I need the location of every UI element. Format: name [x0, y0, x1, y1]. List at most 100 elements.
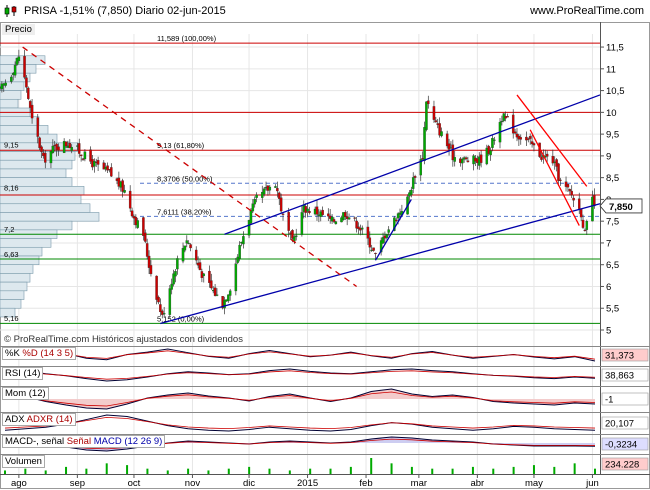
y-tick-label: 10 [606, 108, 617, 119]
volume-profile-bar [0, 212, 100, 222]
indicator-name: Mom (12) [5, 388, 46, 399]
volume-bar [309, 468, 312, 474]
candle-body [144, 232, 147, 242]
candle-body [149, 265, 153, 275]
volume-bar [24, 468, 27, 474]
indicator-name: %K [5, 348, 20, 359]
volume-bar [451, 468, 454, 474]
candle-body [25, 77, 28, 88]
candle-body [491, 137, 494, 148]
candle-body [581, 219, 585, 228]
candle-body [79, 154, 83, 157]
candle-body [411, 177, 415, 189]
indicator-area [5, 389, 595, 409]
candle-body [287, 211, 290, 231]
candle-body [493, 139, 496, 141]
candle-body [479, 154, 483, 163]
volume-bar [187, 468, 190, 474]
candle-body [432, 106, 436, 120]
x-tick-label: mar [411, 478, 427, 489]
chart-header: PRISA -1,51% (7,850) Diario 02-jun-2015 … [0, 0, 650, 22]
candle-body [17, 56, 21, 62]
volume-bar [65, 466, 68, 474]
candle-body [36, 117, 39, 137]
candle-body [434, 120, 438, 123]
candle-body [334, 221, 338, 225]
candle-body [77, 143, 81, 154]
volume-bar [349, 466, 352, 474]
volume-profile-bar [0, 159, 73, 170]
candle-body [238, 244, 241, 259]
indicator-param: MACD (12 26 9) [91, 436, 163, 447]
candle-body [23, 55, 26, 78]
candle-body [30, 104, 34, 119]
indicator-value-label: -0,3234 [605, 440, 637, 451]
candle-body [372, 247, 375, 251]
candle-body [174, 271, 177, 277]
volume-profile-bar [0, 203, 91, 213]
candle-body [570, 190, 573, 196]
y-tick-label: 11 [606, 64, 616, 75]
candle-body [183, 245, 187, 251]
chart-title: PRISA -1,51% (7,850) Diario 02-jun-2015 [24, 5, 226, 17]
candle-body [251, 203, 255, 212]
x-tick-label: sep [70, 478, 85, 489]
indicator-label-macd: MACD-, señal Señal MACD (12 26 9) [2, 435, 166, 448]
candle-body [281, 213, 285, 215]
candle-body [249, 210, 253, 224]
candle-body [44, 153, 47, 163]
fibonacci-level-label: 9,13 (61,80%) [157, 141, 205, 150]
volume-bar [370, 458, 373, 474]
candle-body [255, 194, 258, 198]
candle-body [162, 313, 166, 315]
chart-canvas: 55,566,577,588,599,51010,51111,5agosepoc… [0, 22, 650, 489]
candle-body [40, 146, 43, 152]
candle-body [332, 219, 336, 222]
candle-body [159, 304, 162, 313]
watermark-text: © ProRealTime.com Históricos ajustados c… [4, 334, 243, 345]
last-price-label: 7,850 [609, 202, 633, 213]
indicator-value-label: 38,863 [605, 371, 634, 382]
volume-bar [471, 466, 474, 474]
candle-body [210, 280, 213, 289]
candle-body [194, 249, 198, 261]
candle-body [557, 163, 560, 181]
candle-body [228, 290, 232, 296]
candle-body [10, 76, 13, 82]
candle-body [274, 186, 277, 188]
volume-bar [553, 466, 556, 474]
volume-bar [44, 470, 47, 474]
candle-body [294, 235, 298, 238]
volume-profile-bar [0, 55, 46, 65]
indicator-label-adx: ADX ADXR (14) [2, 413, 76, 426]
candle-body [128, 190, 132, 209]
volume-profile-bar [0, 273, 31, 283]
x-tick-label: jun [585, 478, 599, 489]
candle-body [308, 211, 311, 213]
candle-body [315, 206, 319, 215]
candle-body [344, 212, 347, 217]
x-tick-label: ago [11, 478, 27, 489]
candle-body [170, 283, 173, 290]
indicator-value-label: -1 [605, 395, 613, 406]
site-url[interactable]: www.ProRealTime.com [530, 5, 644, 17]
candle-body [38, 137, 41, 149]
volume-bar [288, 470, 291, 474]
candle-body [413, 176, 417, 178]
candle-body [234, 263, 238, 292]
candle-body [279, 197, 283, 212]
x-tick-label: abr [470, 478, 484, 489]
volume-profile-label: 7,2 [4, 225, 14, 234]
candle-body [268, 186, 272, 191]
indicator-param: %D (14 3 5) [19, 348, 74, 359]
volume-profile-bar [0, 299, 22, 309]
indicator-value-label: 31,373 [605, 351, 634, 362]
volume-profile-bar [0, 125, 49, 135]
volume-bar [492, 468, 495, 474]
candle-body [13, 65, 17, 76]
candle-body [453, 157, 456, 162]
volume-profile-label: 9,15 [4, 140, 19, 149]
volume-profile-bar [0, 238, 52, 248]
fibonacci-level-label: 7,6111 (38,20%) [157, 207, 212, 216]
indicator-name: Volumen [5, 456, 42, 467]
